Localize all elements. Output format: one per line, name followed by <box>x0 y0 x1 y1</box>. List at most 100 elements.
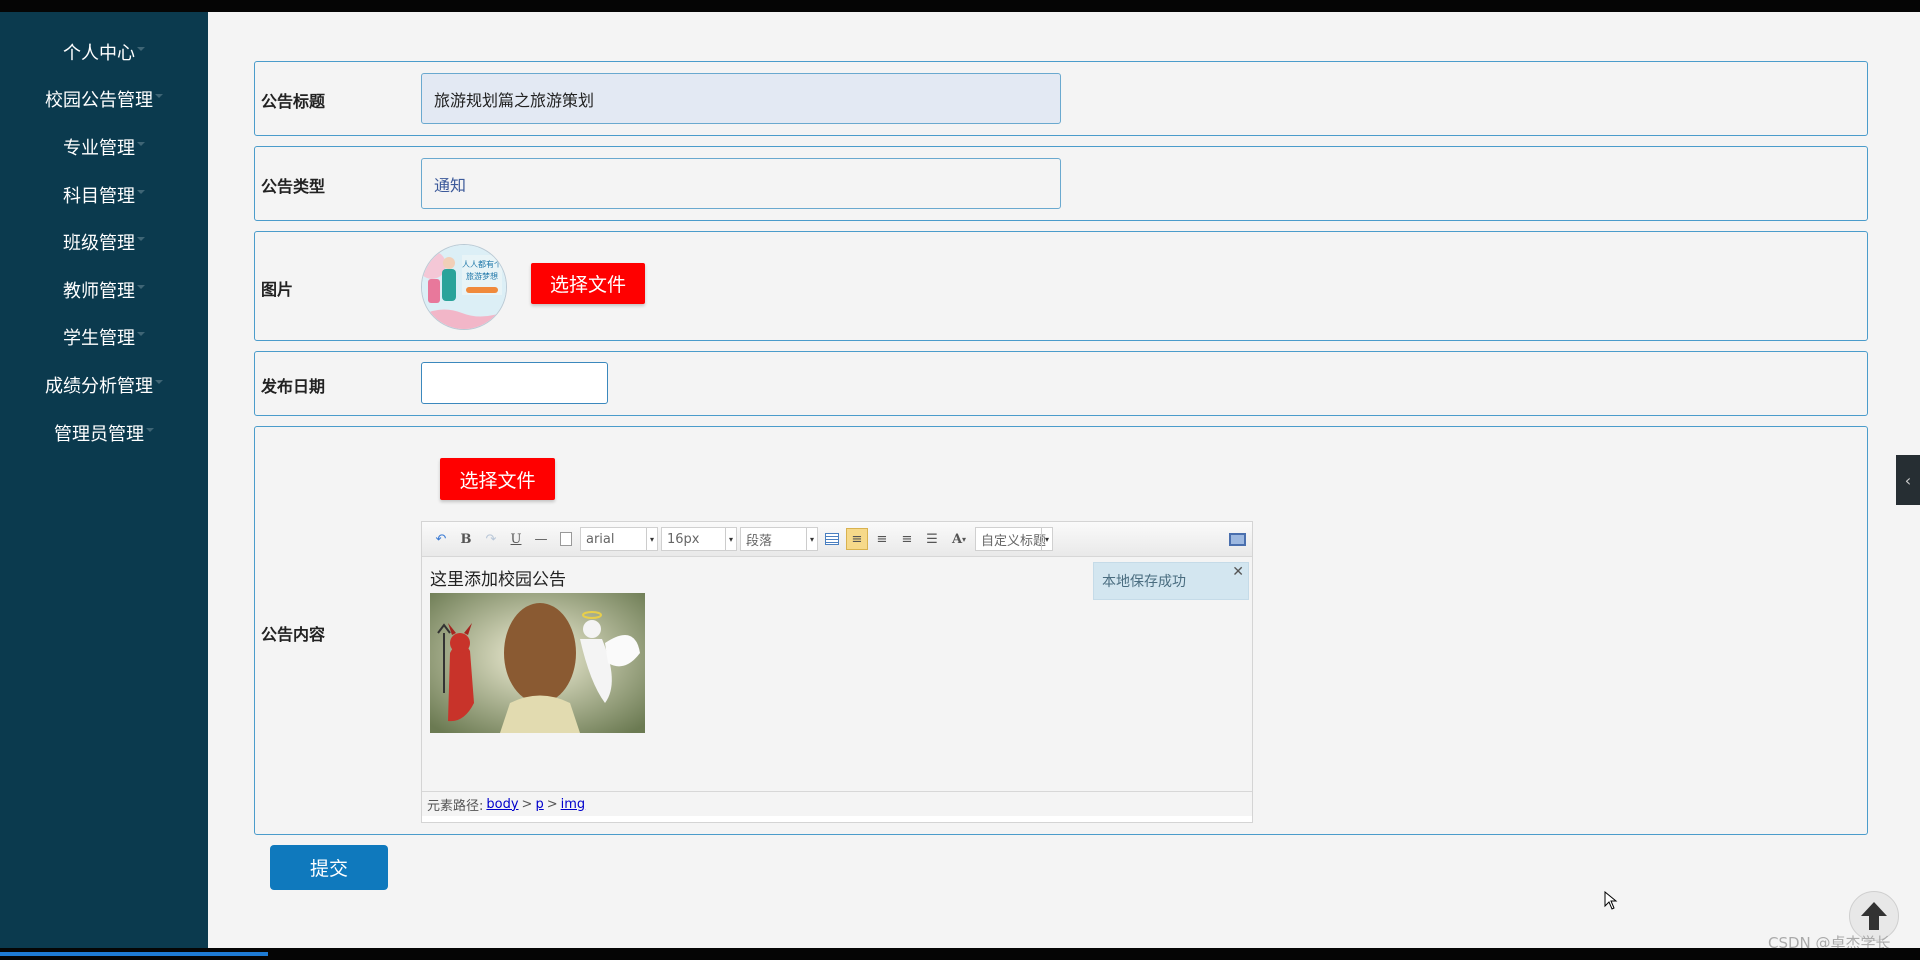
close-icon[interactable]: ✕ <box>1232 564 1244 580</box>
form-row-title: 公告标题 旅游规划篇之旅游策划 <box>254 61 1868 136</box>
form-row-content: 公告内容 选择文件 ↶ B ↷ U — arial ▾ 16px ▾ 段落 ▾ ≡ ≡… <box>254 426 1868 835</box>
type-input[interactable]: 通知 <box>421 158 1061 209</box>
dropdown-arrow-icon: ▾ <box>646 528 657 550</box>
mouse-cursor-icon <box>1604 890 1618 915</box>
align-center-icon[interactable]: ≡ <box>896 528 918 550</box>
font-family-value: arial <box>586 531 615 547</box>
sidebar-item-label: 科目管理 <box>63 185 135 207</box>
path-separator: > <box>546 796 558 812</box>
table-icon[interactable] <box>821 528 843 550</box>
collapse-panel-tab[interactable]: ‹ <box>1896 455 1920 505</box>
editor-inserted-image[interactable] <box>430 593 645 733</box>
form-row-type: 公告类型 通知 <box>254 146 1868 221</box>
main-content: 公告标题 旅游规划篇之旅游策划 公告类型 通知 图片 人人都有个 旅游梦想 选择… <box>208 12 1920 948</box>
poster-thumbnail-icon: 人人都有个 旅游梦想 <box>422 245 506 329</box>
font-color-letter: A <box>951 531 963 547</box>
path-link-p[interactable]: p <box>535 797 543 812</box>
sidebar-item-student-management[interactable]: 学生管理 <box>0 314 208 362</box>
devil-angel-illustration-icon <box>430 593 645 733</box>
sidebar-item-grade-analysis[interactable]: 成绩分析管理 <box>0 361 208 409</box>
paragraph-value: 段落 <box>746 533 773 549</box>
caret-down-icon <box>155 94 163 99</box>
custom-title-select[interactable]: 自定义标题 ▾ <box>975 527 1053 551</box>
sidebar-item-class-management[interactable]: 班级管理 <box>0 218 208 266</box>
svg-text:旅游梦想: 旅游梦想 <box>466 271 498 281</box>
image-thumbnail: 人人都有个 旅游梦想 <box>421 244 507 330</box>
element-path-label: 元素路径: <box>427 798 484 814</box>
sidebar-item-personal-center[interactable]: 个人中心 <box>0 28 208 76</box>
submit-button[interactable]: 提交 <box>270 845 388 890</box>
font-size-value: 16px <box>667 531 700 547</box>
caret-down-icon <box>137 332 145 337</box>
fullscreen-icon[interactable] <box>1226 528 1248 550</box>
title-label: 公告标题 <box>261 92 326 111</box>
type-input-value: 通知 <box>434 175 467 195</box>
sidebar-item-label: 专业管理 <box>63 137 135 159</box>
font-color-icon[interactable]: A ▾ <box>946 528 972 550</box>
element-path-bar: 元素路径: body > p > img <box>422 791 1252 816</box>
title-input[interactable]: 旅游规划篇之旅游策划 <box>421 73 1061 124</box>
editor-toolbar: ↶ B ↷ U — arial ▾ 16px ▾ 段落 ▾ ≡ ≡ ≡ ☰ A ▾ 自定… <box>422 522 1252 557</box>
align-justify-icon[interactable]: ☰ <box>921 528 943 550</box>
dropdown-arrow-icon: ▾ <box>806 528 817 550</box>
content-choose-file-button[interactable]: 选择文件 <box>440 458 555 500</box>
editor-body[interactable]: 这里添加校园公告 本地保存成功 ✕ <box>422 557 1252 791</box>
rich-text-editor: ↶ B ↷ U — arial ▾ 16px ▾ 段落 ▾ ≡ ≡ ≡ ☰ A ▾ 自定… <box>421 521 1253 823</box>
paragraph-select[interactable]: 段落 ▾ <box>740 527 818 551</box>
type-label: 公告类型 <box>261 177 326 196</box>
caret-down-icon <box>137 189 145 194</box>
progress-bar <box>0 952 268 956</box>
underline-icon[interactable]: U <box>505 528 527 550</box>
chevron-left-icon: ‹ <box>1904 470 1912 490</box>
dropdown-arrow-icon: ▾ <box>1041 528 1052 550</box>
form-row-date: 发布日期 <box>254 351 1868 416</box>
content-label: 公告内容 <box>261 625 326 644</box>
form-row-image: 图片 人人都有个 旅游梦想 选择文件 <box>254 231 1868 341</box>
caret-down-icon <box>137 46 145 51</box>
toast-text: 本地保存成功 <box>1102 574 1186 590</box>
page-icon[interactable] <box>555 528 577 550</box>
caret-down-icon <box>137 284 145 289</box>
redo-icon[interactable]: ↷ <box>480 528 502 550</box>
undo-icon[interactable]: ↶ <box>430 528 452 550</box>
date-label: 发布日期 <box>261 377 326 396</box>
editor-body-text: 这里添加校园公告 <box>430 570 566 590</box>
caret-down-icon <box>137 141 145 146</box>
sidebar-item-label: 个人中心 <box>63 42 135 64</box>
sidebar-item-notice-management[interactable]: 校园公告管理 <box>0 76 208 124</box>
window-bottom-bar <box>0 948 1920 960</box>
font-size-select[interactable]: 16px ▾ <box>661 527 737 551</box>
sidebar-item-admin-management[interactable]: 管理员管理 <box>0 409 208 457</box>
align-right-icon[interactable]: ≡ <box>871 528 893 550</box>
caret-down-icon <box>155 379 163 384</box>
sidebar-item-label: 校园公告管理 <box>45 90 153 112</box>
bold-icon[interactable]: B <box>455 528 477 550</box>
path-link-img[interactable]: img <box>561 797 586 812</box>
sidebar-item-teacher-management[interactable]: 教师管理 <box>0 266 208 314</box>
window-top-bar <box>0 0 1920 12</box>
sidebar-item-label: 成绩分析管理 <box>45 375 153 397</box>
date-input[interactable] <box>421 362 608 404</box>
sidebar-item-label: 教师管理 <box>63 280 135 302</box>
font-family-select[interactable]: arial ▾ <box>580 527 658 551</box>
caret-down-icon <box>137 237 145 242</box>
caret-down-icon <box>146 427 154 432</box>
sidebar-item-label: 管理员管理 <box>54 423 144 445</box>
sidebar-item-label: 学生管理 <box>63 328 135 350</box>
title-input-value: 旅游规划篇之旅游策划 <box>434 90 595 110</box>
image-label: 图片 <box>261 280 294 299</box>
sidebar-item-major-management[interactable]: 专业管理 <box>0 123 208 171</box>
path-separator: > <box>521 796 533 812</box>
arrow-up-icon <box>1861 902 1887 930</box>
path-link-body[interactable]: body <box>486 797 518 812</box>
image-choose-file-button[interactable]: 选择文件 <box>531 263 645 304</box>
sidebar-item-label: 班级管理 <box>63 233 135 255</box>
autosave-toast: 本地保存成功 ✕ <box>1093 562 1249 600</box>
align-left-icon[interactable]: ≡ <box>846 528 868 550</box>
svg-text:人人都有个: 人人都有个 <box>462 259 502 269</box>
custom-title-value: 自定义标题 <box>981 533 1047 549</box>
sidebar-item-subject-management[interactable]: 科目管理 <box>0 171 208 219</box>
dropdown-arrow-icon: ▾ <box>725 528 736 550</box>
sidebar: 个人中心 校园公告管理 专业管理 科目管理 班级管理 教师管理 学生管理 成绩分… <box>0 12 208 948</box>
horizontal-rule-icon[interactable]: — <box>530 528 552 550</box>
